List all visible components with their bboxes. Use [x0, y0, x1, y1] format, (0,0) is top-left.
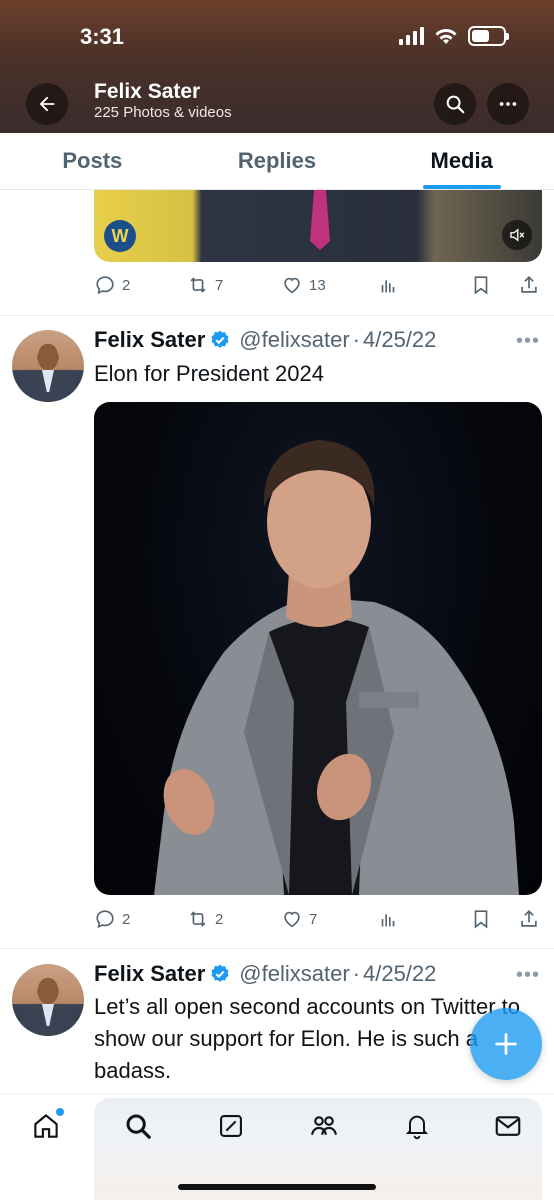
tab-posts[interactable]: Posts: [0, 133, 185, 189]
video-logo-badge: W: [104, 220, 136, 252]
previous-post-actions: 2 7 13: [94, 274, 542, 298]
video-frame-detail: [310, 190, 330, 250]
arrow-left-icon: [39, 96, 55, 112]
profile-tabs: Posts Replies Media: [0, 133, 554, 190]
tweet-header: Felix Sater @felixsater · 4/25/22: [94, 327, 436, 353]
active-tab-indicator: [422, 185, 501, 189]
like-count: 13: [309, 276, 326, 294]
wifi-icon: [435, 29, 457, 44]
share-icon: [521, 276, 537, 293]
signal-icon: [399, 27, 424, 45]
tweet-text: Let’s all open second accounts on Twitte…: [94, 994, 521, 1083]
nav-home[interactable]: [30, 1108, 64, 1142]
verified-badge-icon: [211, 330, 229, 348]
analytics-icon: [381, 280, 395, 293]
nav-messages[interactable]: [492, 1110, 524, 1142]
home-indicator: [178, 1184, 376, 1190]
separator-dot: ·: [352, 327, 360, 352]
like-count: 7: [309, 910, 318, 928]
heart-icon: [284, 277, 300, 294]
media-count: 225 Photos & videos: [94, 104, 232, 121]
tab-replies[interactable]: Replies: [185, 133, 370, 189]
nav-grok[interactable]: [215, 1110, 247, 1142]
search-button[interactable]: [434, 83, 476, 125]
repost-count: 7: [215, 276, 224, 294]
tab-media-label: Media: [430, 148, 493, 173]
messages-icon: [495, 1116, 521, 1136]
author-name[interactable]: Felix Sater: [94, 961, 205, 987]
like-button[interactable]: 7: [281, 908, 317, 930]
status-icons: [399, 26, 509, 46]
tab-posts-label: Posts: [62, 148, 123, 173]
tweet-more-button[interactable]: •••: [516, 330, 540, 353]
divider: [0, 315, 554, 316]
share-button[interactable]: [518, 908, 540, 930]
tweet-date[interactable]: 4/25/22: [363, 961, 436, 987]
avatar[interactable]: [12, 964, 84, 1036]
mute-button[interactable]: [502, 220, 532, 250]
compose-button[interactable]: [470, 1008, 542, 1080]
more-button[interactable]: [487, 83, 529, 125]
avatar[interactable]: [12, 330, 84, 402]
search-icon: [446, 95, 465, 114]
bookmark-button[interactable]: [470, 274, 492, 296]
home-icon: [34, 1113, 58, 1138]
plus-icon: [495, 1033, 517, 1055]
photo-content: [154, 440, 519, 895]
bookmark-icon: [474, 276, 488, 295]
repost-button[interactable]: 2: [187, 908, 223, 930]
tweet-header: Felix Sater @felixsater · 4/25/22: [94, 961, 436, 987]
heart-icon: [284, 911, 300, 928]
nav-communities[interactable]: [308, 1110, 340, 1142]
bookmark-button[interactable]: [470, 908, 492, 930]
bookmark-icon: [474, 910, 488, 929]
verified-badge-icon: [211, 964, 229, 982]
repost-icon: [190, 911, 206, 927]
profile-header: 3:31 Felix Sater 225 Photos & videos: [0, 0, 554, 133]
status-time: 3:31: [80, 24, 125, 49]
author-handle[interactable]: @felixsater: [239, 961, 349, 987]
search-icon: [126, 1114, 151, 1139]
author-handle[interactable]: @felixsater: [239, 327, 349, 353]
repost-count: 2: [215, 910, 224, 928]
tab-replies-label: Replies: [237, 148, 317, 173]
tweet-text: Elon for President 2024: [94, 361, 324, 386]
tweet-actions: 2 2 7: [94, 908, 542, 932]
reply-button[interactable]: 2: [94, 274, 130, 296]
nav-search[interactable]: [122, 1110, 154, 1142]
profile-name: Felix Sater: [94, 80, 201, 103]
like-button[interactable]: 13: [281, 274, 326, 296]
previous-post-video[interactable]: W: [94, 190, 542, 262]
reply-count: 2: [122, 910, 131, 928]
battery-icon: [468, 26, 509, 46]
reply-count: 2: [122, 276, 131, 294]
reply-button[interactable]: 2: [94, 908, 130, 930]
repost-icon: [190, 277, 206, 293]
communities-icon: [311, 1116, 337, 1135]
reply-icon: [96, 276, 114, 295]
share-button[interactable]: [518, 274, 540, 296]
tweet-photo[interactable]: [94, 402, 542, 895]
more-horizontal-icon: [499, 102, 517, 106]
separator-dot: ·: [352, 961, 360, 986]
speaker-muted-icon: [510, 228, 525, 242]
notifications-icon: [405, 1115, 429, 1140]
grok-icon: [220, 1115, 242, 1137]
views-button[interactable]: [377, 274, 399, 296]
analytics-icon: [381, 914, 395, 927]
tweet-date[interactable]: 4/25/22: [363, 327, 436, 353]
repost-button[interactable]: 7: [187, 274, 223, 296]
views-button[interactable]: [377, 908, 399, 930]
reply-icon: [96, 910, 114, 929]
divider: [0, 948, 554, 949]
share-icon: [521, 910, 537, 927]
author-name[interactable]: Felix Sater: [94, 327, 205, 353]
notification-dot: [56, 1108, 64, 1116]
back-button[interactable]: [26, 83, 68, 125]
nav-notifications[interactable]: [401, 1110, 433, 1142]
tweet-more-button[interactable]: •••: [516, 964, 540, 987]
tab-media[interactable]: Media: [369, 133, 554, 189]
